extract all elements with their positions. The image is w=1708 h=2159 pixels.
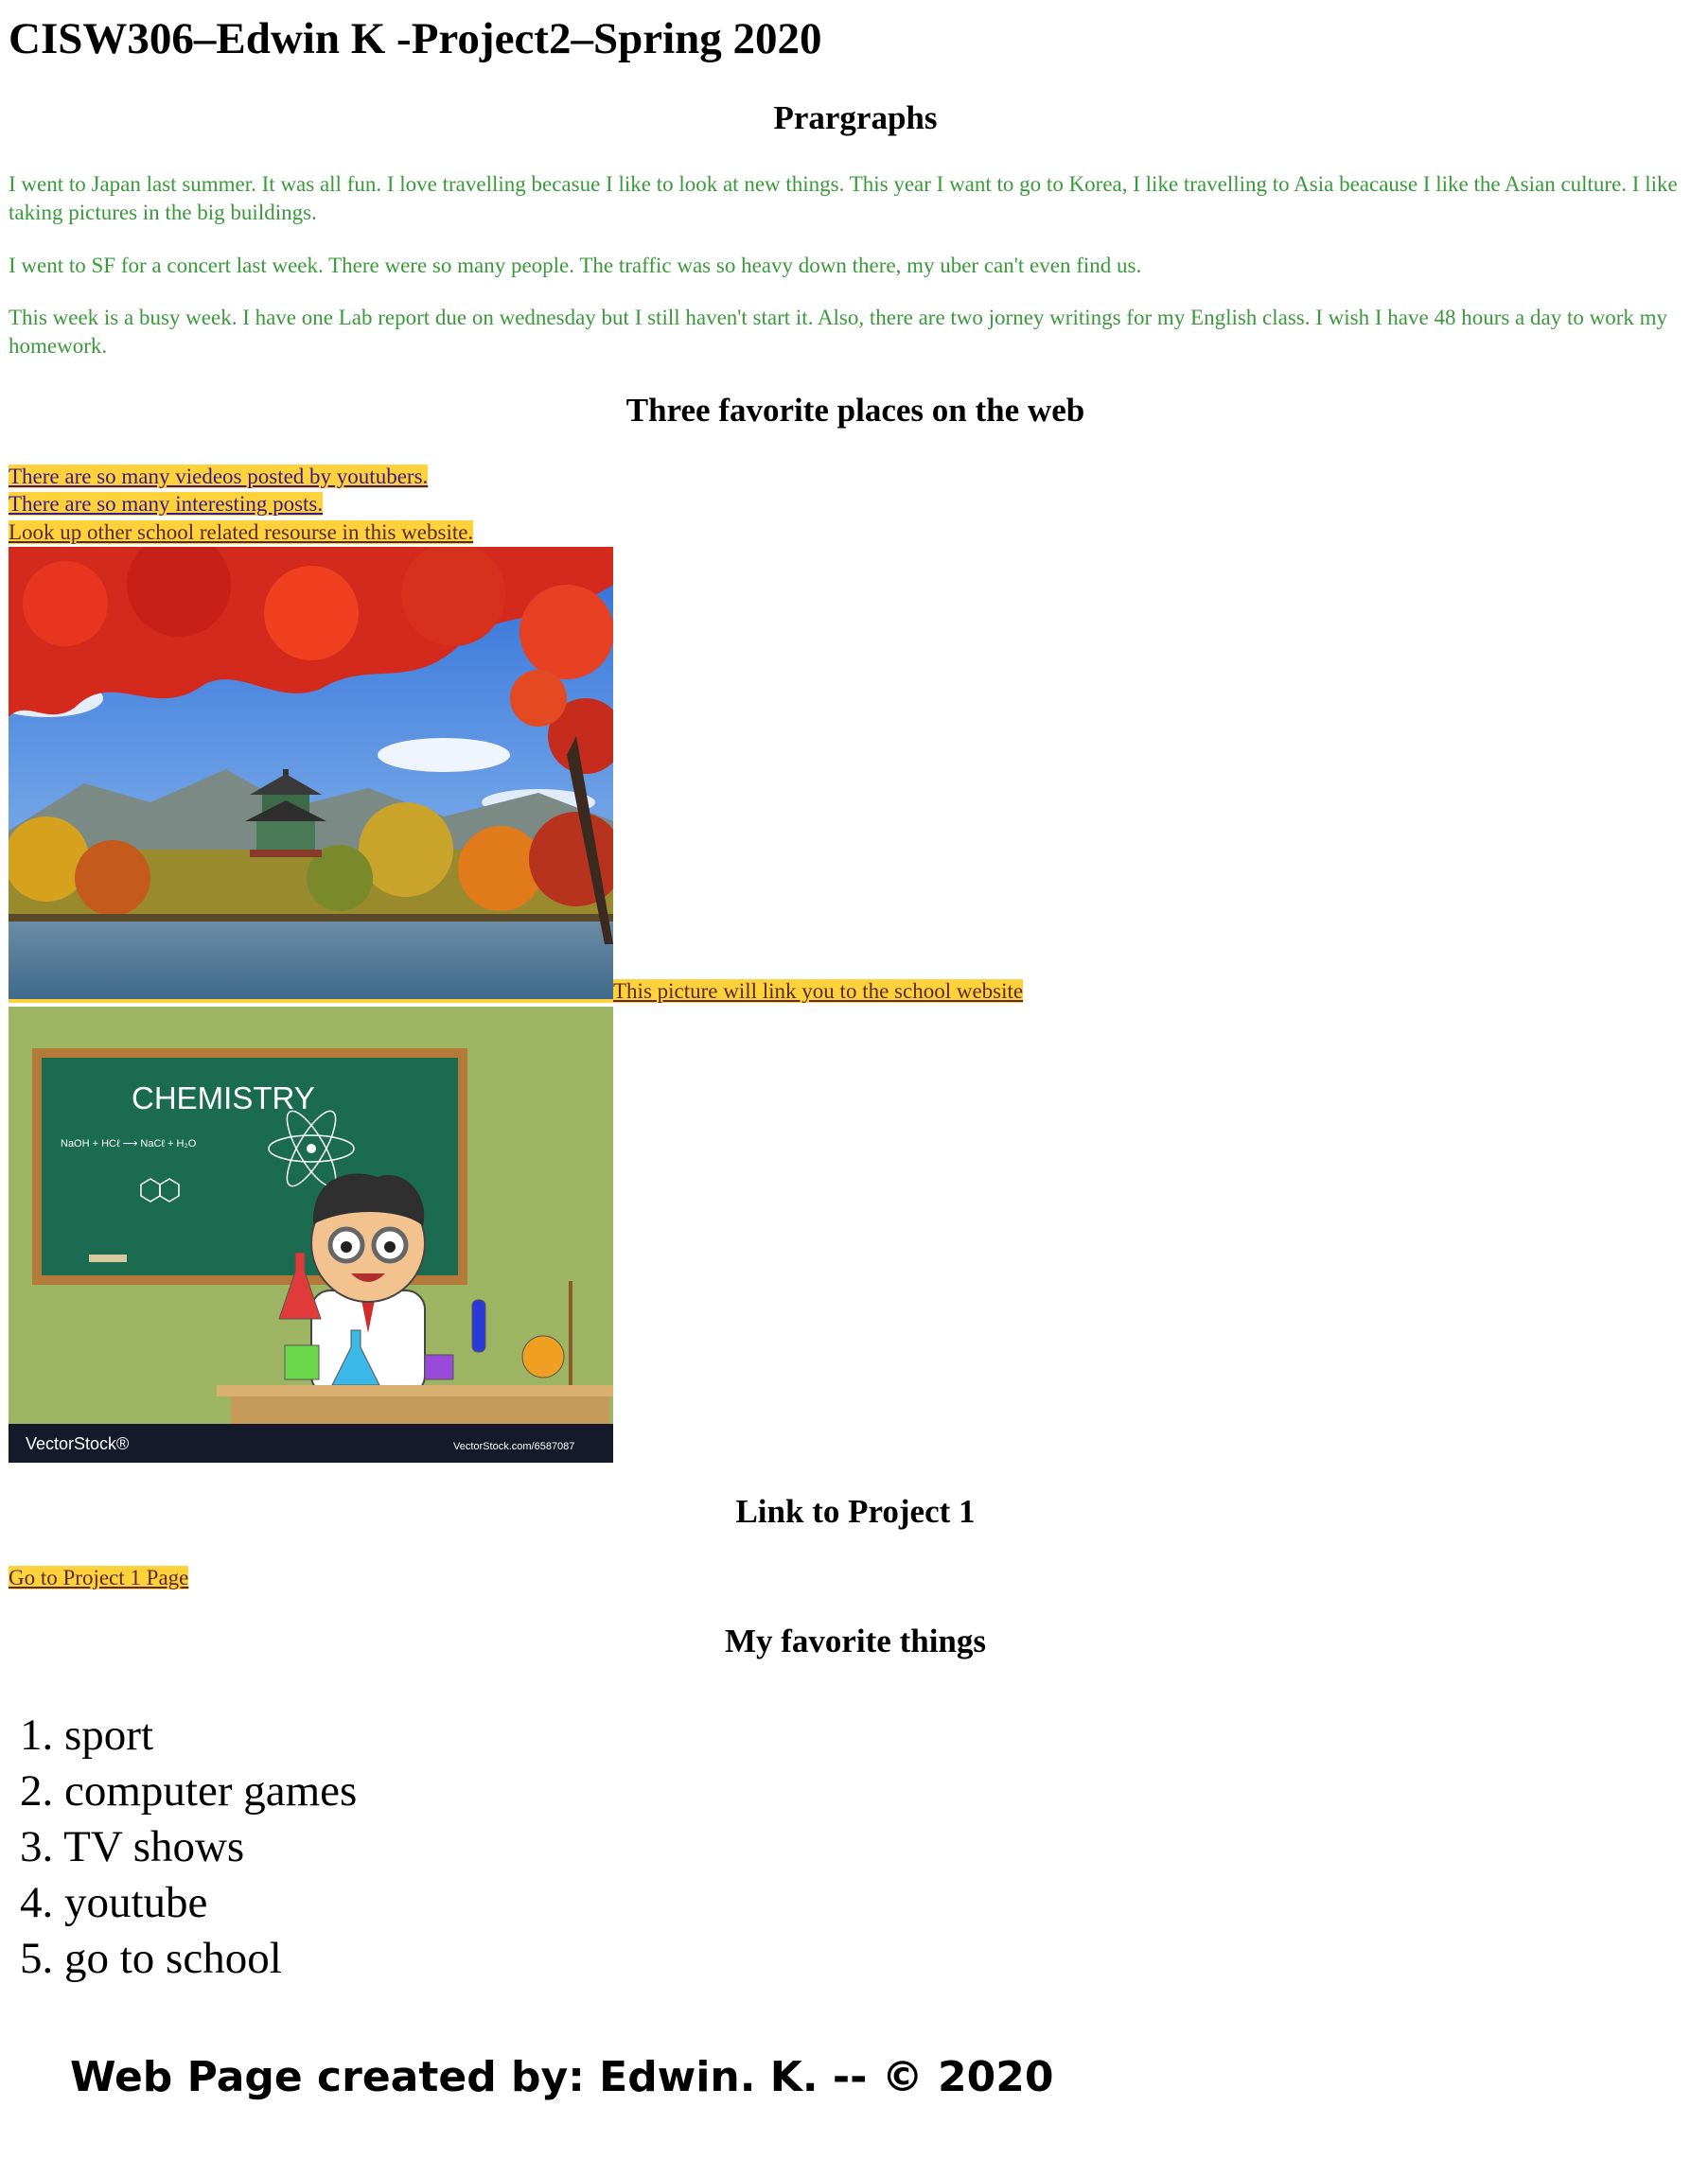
favorite-things-list: 1. sport 2. computer games 3. TV shows 4… bbox=[20, 1708, 357, 1987]
project1-heading: Link to Project 1 bbox=[735, 1493, 976, 1530]
board-title: CHEMISTRY bbox=[132, 1080, 315, 1115]
footer-credit: Web Page created by: Edwin. K. -- © 2020 bbox=[70, 2053, 1054, 2101]
list-item: 2. computer games bbox=[20, 1766, 358, 1816]
chemistry-illustration: CHEMISTRY NaOH + HCℓ ⟶ NaCℓ + H₂O Vector… bbox=[9, 1007, 613, 1463]
school-website-picture-link[interactable]: This picture will link you to the school… bbox=[613, 979, 1024, 1003]
chemistry-image: CHEMISTRY NaOH + HCℓ ⟶ NaCℓ + H₂O Vector… bbox=[9, 1007, 613, 1463]
korea-pavilion-picture bbox=[9, 547, 613, 999]
favorite-places-heading: Three favorite places on the web bbox=[625, 392, 1085, 429]
youtube-link[interactable]: There are so many viedeos posted by yout… bbox=[9, 465, 429, 488]
posts-link[interactable]: There are so many interesting posts. bbox=[9, 492, 324, 516]
korea-pavilion-image[interactable] bbox=[9, 547, 613, 1003]
project1-link[interactable]: Go to Project 1 Page bbox=[9, 1566, 189, 1589]
paragraph-sf-concert: I went to SF for a concert last week. Th… bbox=[9, 254, 1142, 277]
favorite-things-heading: My favorite things bbox=[724, 1623, 987, 1659]
list-item: 1. sport bbox=[20, 1711, 153, 1760]
list-item: 3. TV shows bbox=[20, 1822, 245, 1871]
school-resource-link[interactable]: Look up other school related resourse in… bbox=[9, 520, 474, 544]
page-title: CISW306–Edwin K -Project2–Spring 2020 bbox=[9, 14, 822, 63]
vectorstock-logo: VectorStock® bbox=[26, 1434, 129, 1453]
paragraph-busy-week: This week is a busy week. I have one Lab… bbox=[9, 306, 1668, 358]
paragraphs-heading: Prargraphs bbox=[773, 99, 938, 136]
list-item: 5. go to school bbox=[20, 1934, 282, 1983]
paragraph-japan: I went to Japan last summer. It was all … bbox=[9, 172, 1678, 224]
vectorstock-id: VectorStock.com/6587087 bbox=[453, 1441, 574, 1452]
board-equation: NaOH + HCℓ ⟶ NaCℓ + H₂O bbox=[61, 1138, 197, 1150]
list-item: 4. youtube bbox=[20, 1878, 208, 1927]
